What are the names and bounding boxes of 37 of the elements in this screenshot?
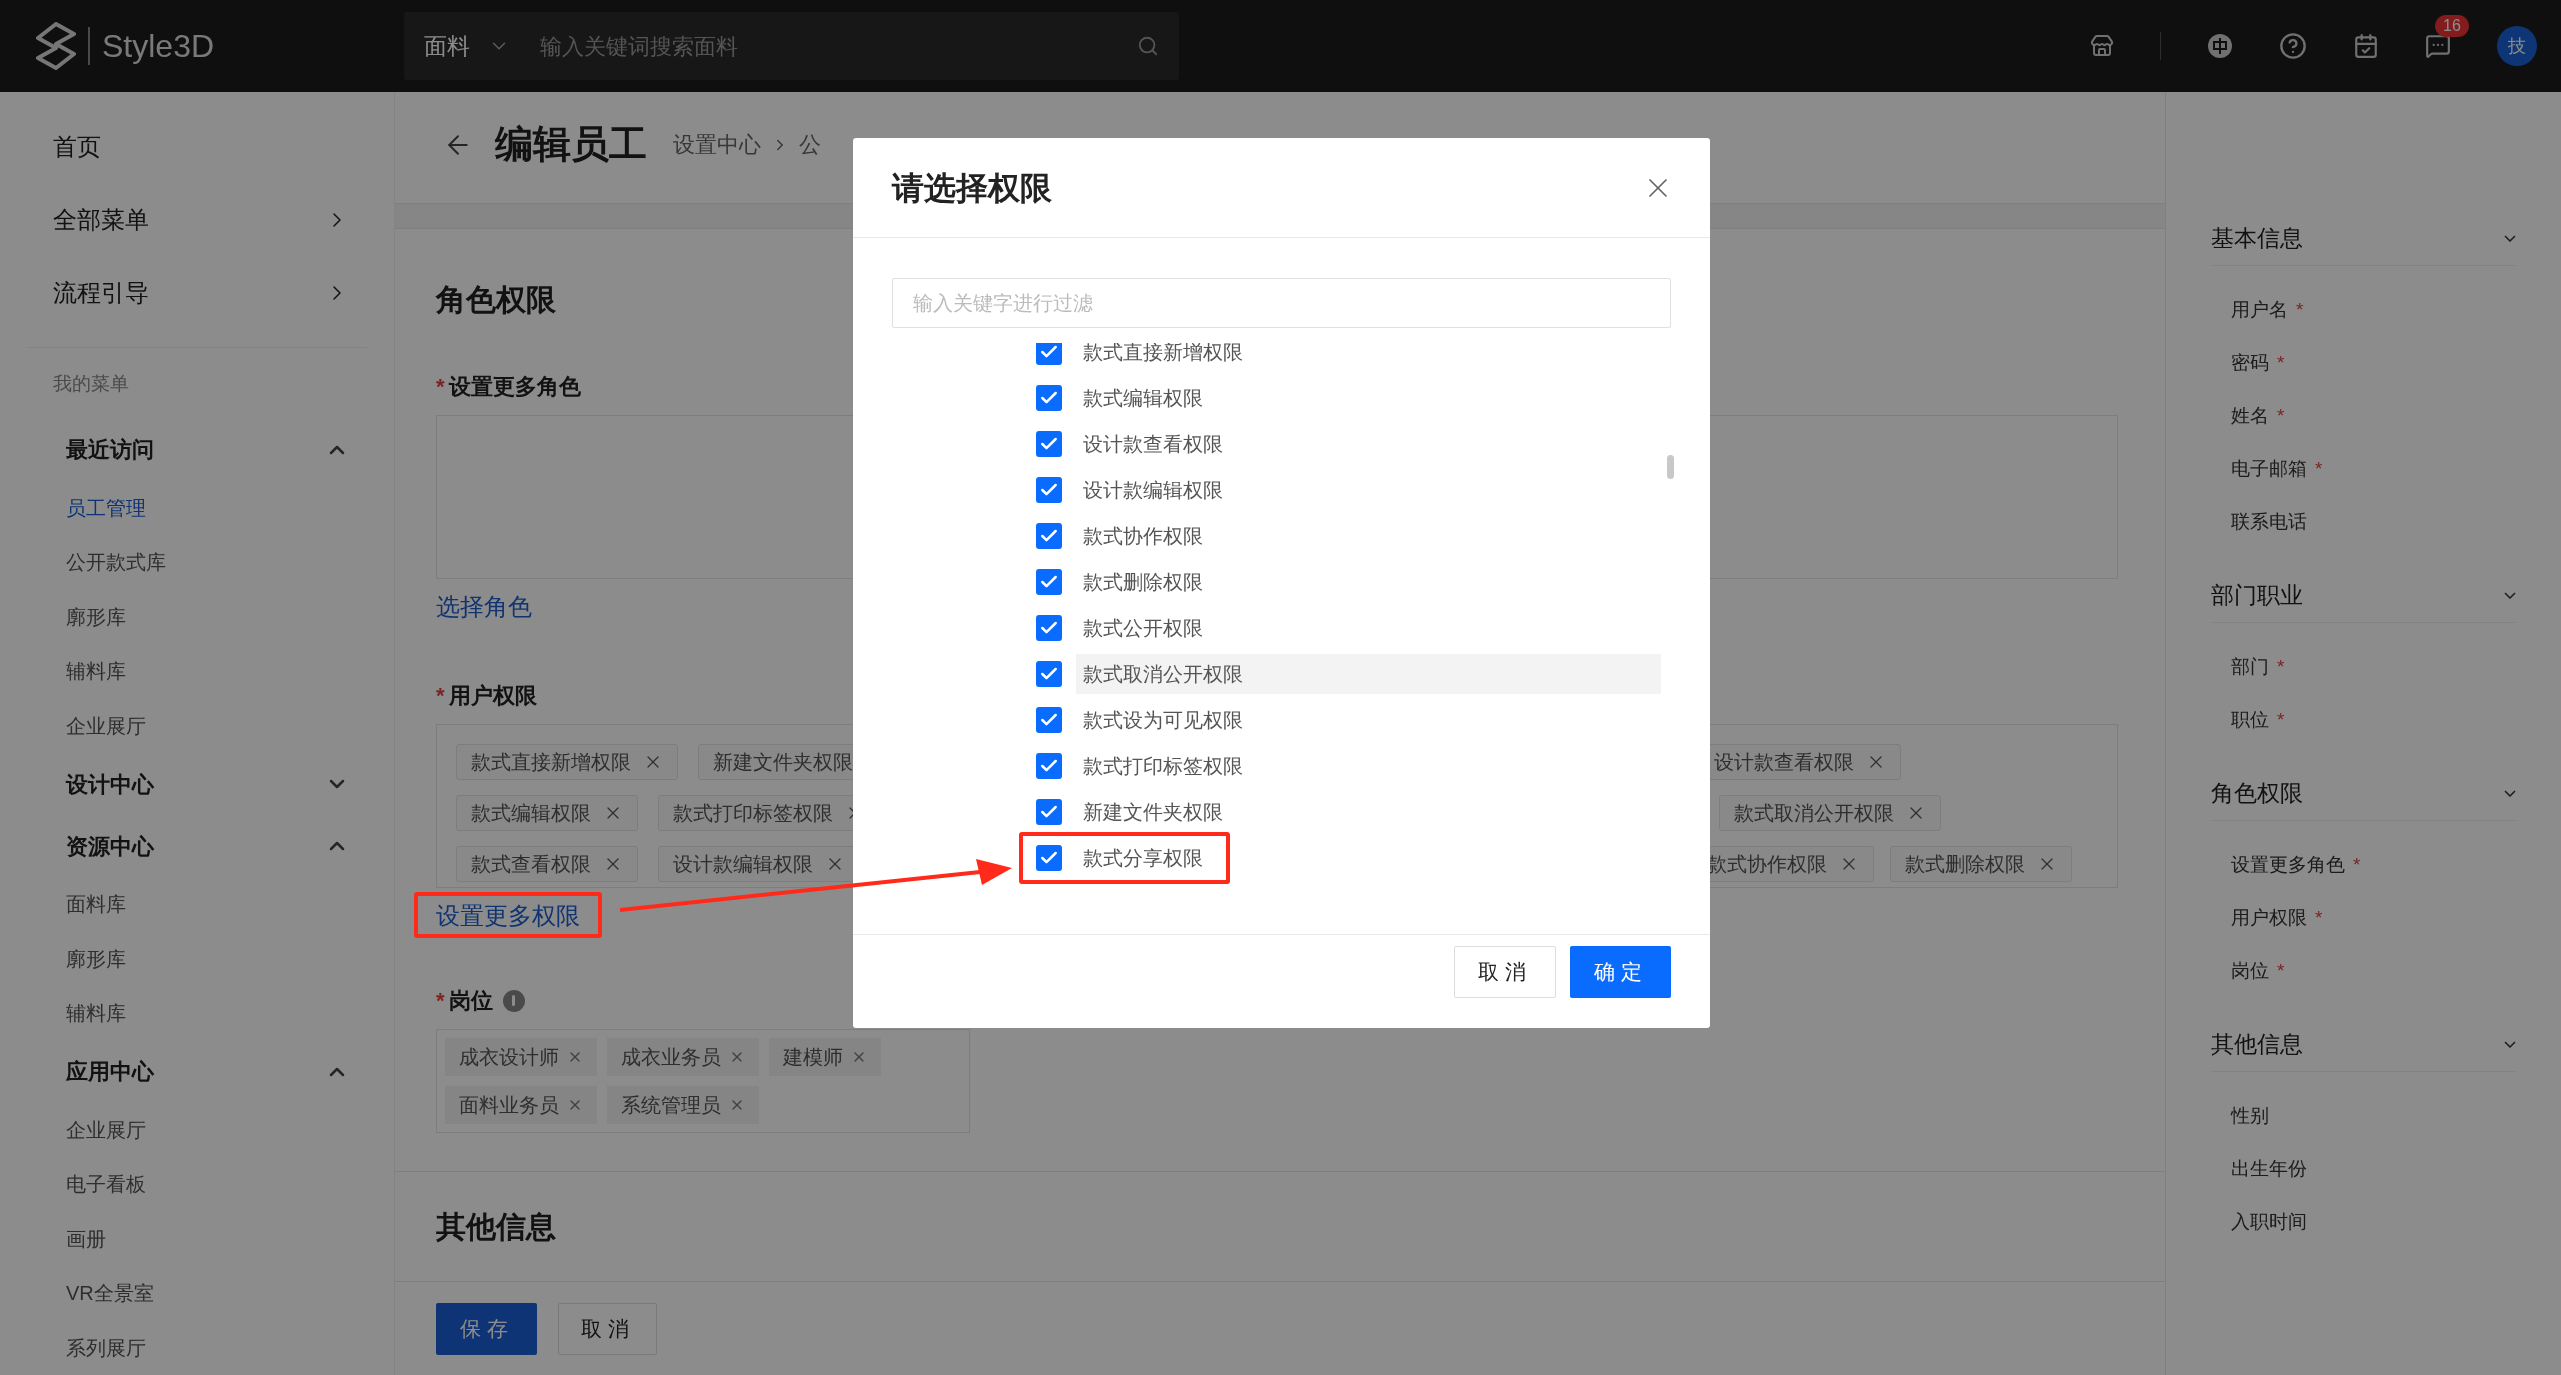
required-asterisk: * [2277,959,2285,984]
tag-label: 成衣设计师 [459,1045,559,1070]
dialog-title: 请选择权限 [892,168,1052,208]
tag-label: 系统管理员 [621,1093,721,1118]
field-label: 用户权限 [448,682,537,710]
section-title: 其他信息 [436,1209,556,1245]
tag-label: 新建文件夹权限 [713,750,853,775]
required-asterisk: * [2277,404,2285,429]
tag-label: 设计款编辑权限 [673,852,813,877]
tag-label: 款式编辑权限 [471,801,591,826]
tag-label: 建模师 [783,1045,843,1070]
tag-label: 面料业务员 [459,1093,559,1118]
required-asterisk: * [2296,298,2304,323]
required-asterisk: * [2315,906,2323,931]
required-asterisk: * [2315,457,2323,482]
tag-label: 款式直接新增权限 [471,750,631,775]
search-placeholder: 输入关键词搜索面料 [540,32,739,61]
section-label: 我的菜单 [53,372,130,396]
required-asterisk: * [2277,708,2285,733]
tag-label: 款式查看权限 [471,852,591,877]
section-title: 角色权限 [436,283,556,316]
required-asterisk: * [436,987,445,1015]
required-asterisk: * [2277,351,2285,376]
notification-badge: 16 [2435,15,2469,37]
required-asterisk: * [436,373,445,401]
tag-label: 款式打印标签权限 [673,801,833,826]
tag-label: 款式取消公开权限 [1734,801,1894,826]
required-asterisk: * [436,682,445,710]
field-label: 岗位 [448,987,493,1015]
logo-text: Style3D [102,27,215,66]
required-asterisk: * [2353,853,2361,878]
tag-label: 成衣业务员 [621,1045,721,1070]
tag-label: 款式删除权限 [1905,852,2025,877]
page-title: 编辑员工 [495,122,647,167]
field-label: 设置更多角色 [448,373,581,401]
required-asterisk: * [2277,655,2285,680]
tag-label: 设计款查看权限 [1714,750,1854,775]
